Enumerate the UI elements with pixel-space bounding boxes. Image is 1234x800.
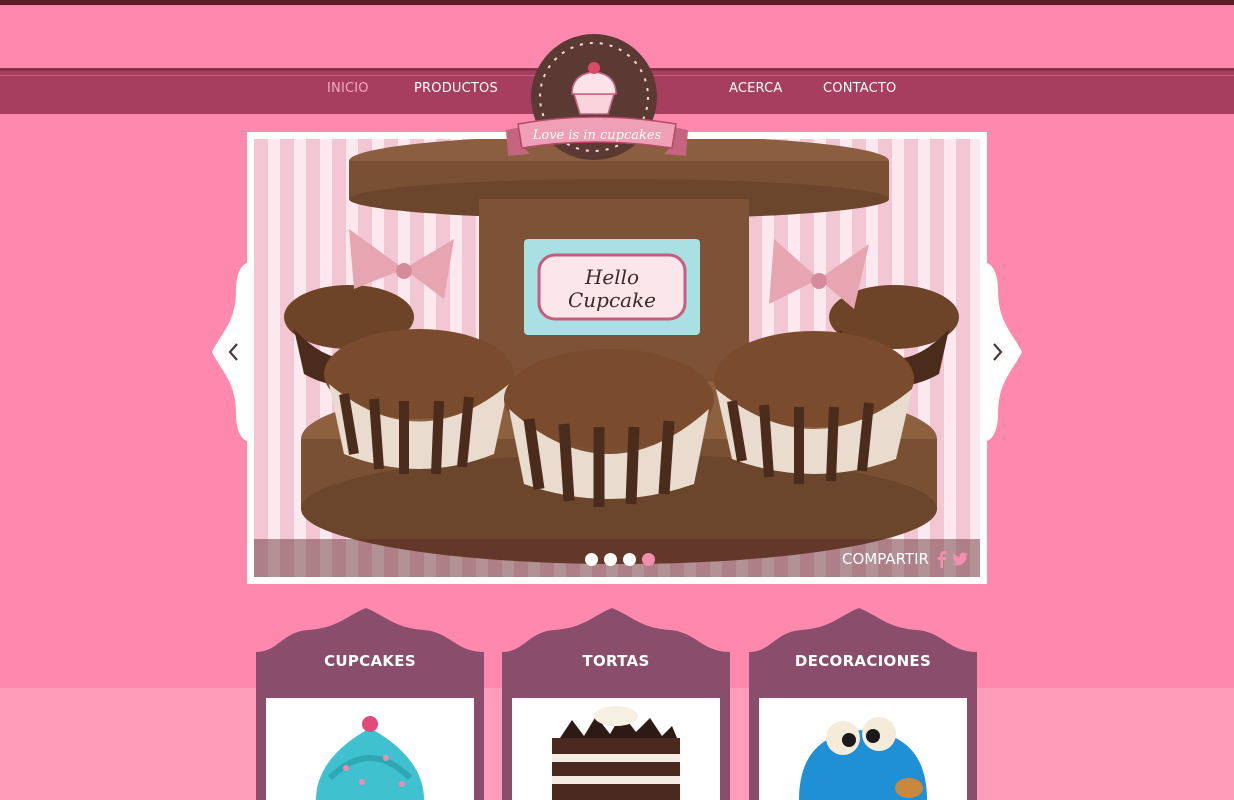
card-title: TORTAS <box>582 652 650 670</box>
sign-line1: Hello <box>584 265 639 289</box>
card-body <box>256 688 484 800</box>
card-title: CUPCAKES <box>324 652 416 670</box>
slide-image: Hello Cupcake COMPARTIR <box>254 139 980 577</box>
slider-dot-1[interactable] <box>585 553 598 566</box>
card-header-shape <box>502 608 730 690</box>
nav-item-acerca[interactable]: ACERCA <box>729 81 783 96</box>
twitter-icon[interactable] <box>951 550 969 568</box>
card-title: DECORACIONES <box>794 652 932 670</box>
sign-line2: Cupcake <box>568 288 656 312</box>
category-card-decoraciones[interactable]: DECORACIONES <box>749 608 977 800</box>
slider-dot-4[interactable] <box>642 553 655 566</box>
card-header-shape <box>749 608 977 690</box>
logo-emblem[interactable]: Love is in cupcakes <box>502 32 692 167</box>
slider-dot-2[interactable] <box>604 553 617 566</box>
slider-prev-button[interactable] <box>212 262 252 442</box>
nav-item-contacto[interactable]: CONTACTO <box>823 81 896 96</box>
share-label: COMPARTIR <box>842 550 929 568</box>
category-card-cupcakes[interactable]: CUPCAKES <box>256 608 484 800</box>
logo-tagline: Love is in cupcakes <box>532 128 662 143</box>
slider-dot-3[interactable] <box>623 553 636 566</box>
card-body <box>749 688 977 800</box>
decoration-image <box>759 698 967 800</box>
slider-dots <box>585 553 655 566</box>
cupcake-image <box>266 698 474 800</box>
facebook-icon[interactable] <box>933 550 951 568</box>
nav-item-productos[interactable]: PRODUCTOS <box>414 81 498 96</box>
cupcake-tower-illustration: Hello Cupcake <box>284 139 959 564</box>
nav-item-inicio[interactable]: INICIO <box>327 81 369 96</box>
slider-next-button[interactable] <box>982 262 1022 442</box>
cake-image <box>512 698 720 800</box>
card-body <box>502 688 730 800</box>
slider-frame: Hello Cupcake COMPARTIR <box>247 132 987 584</box>
category-card-tortas[interactable]: TORTAS <box>502 608 730 800</box>
top-strip <box>0 0 1234 5</box>
card-header-shape <box>256 608 484 690</box>
